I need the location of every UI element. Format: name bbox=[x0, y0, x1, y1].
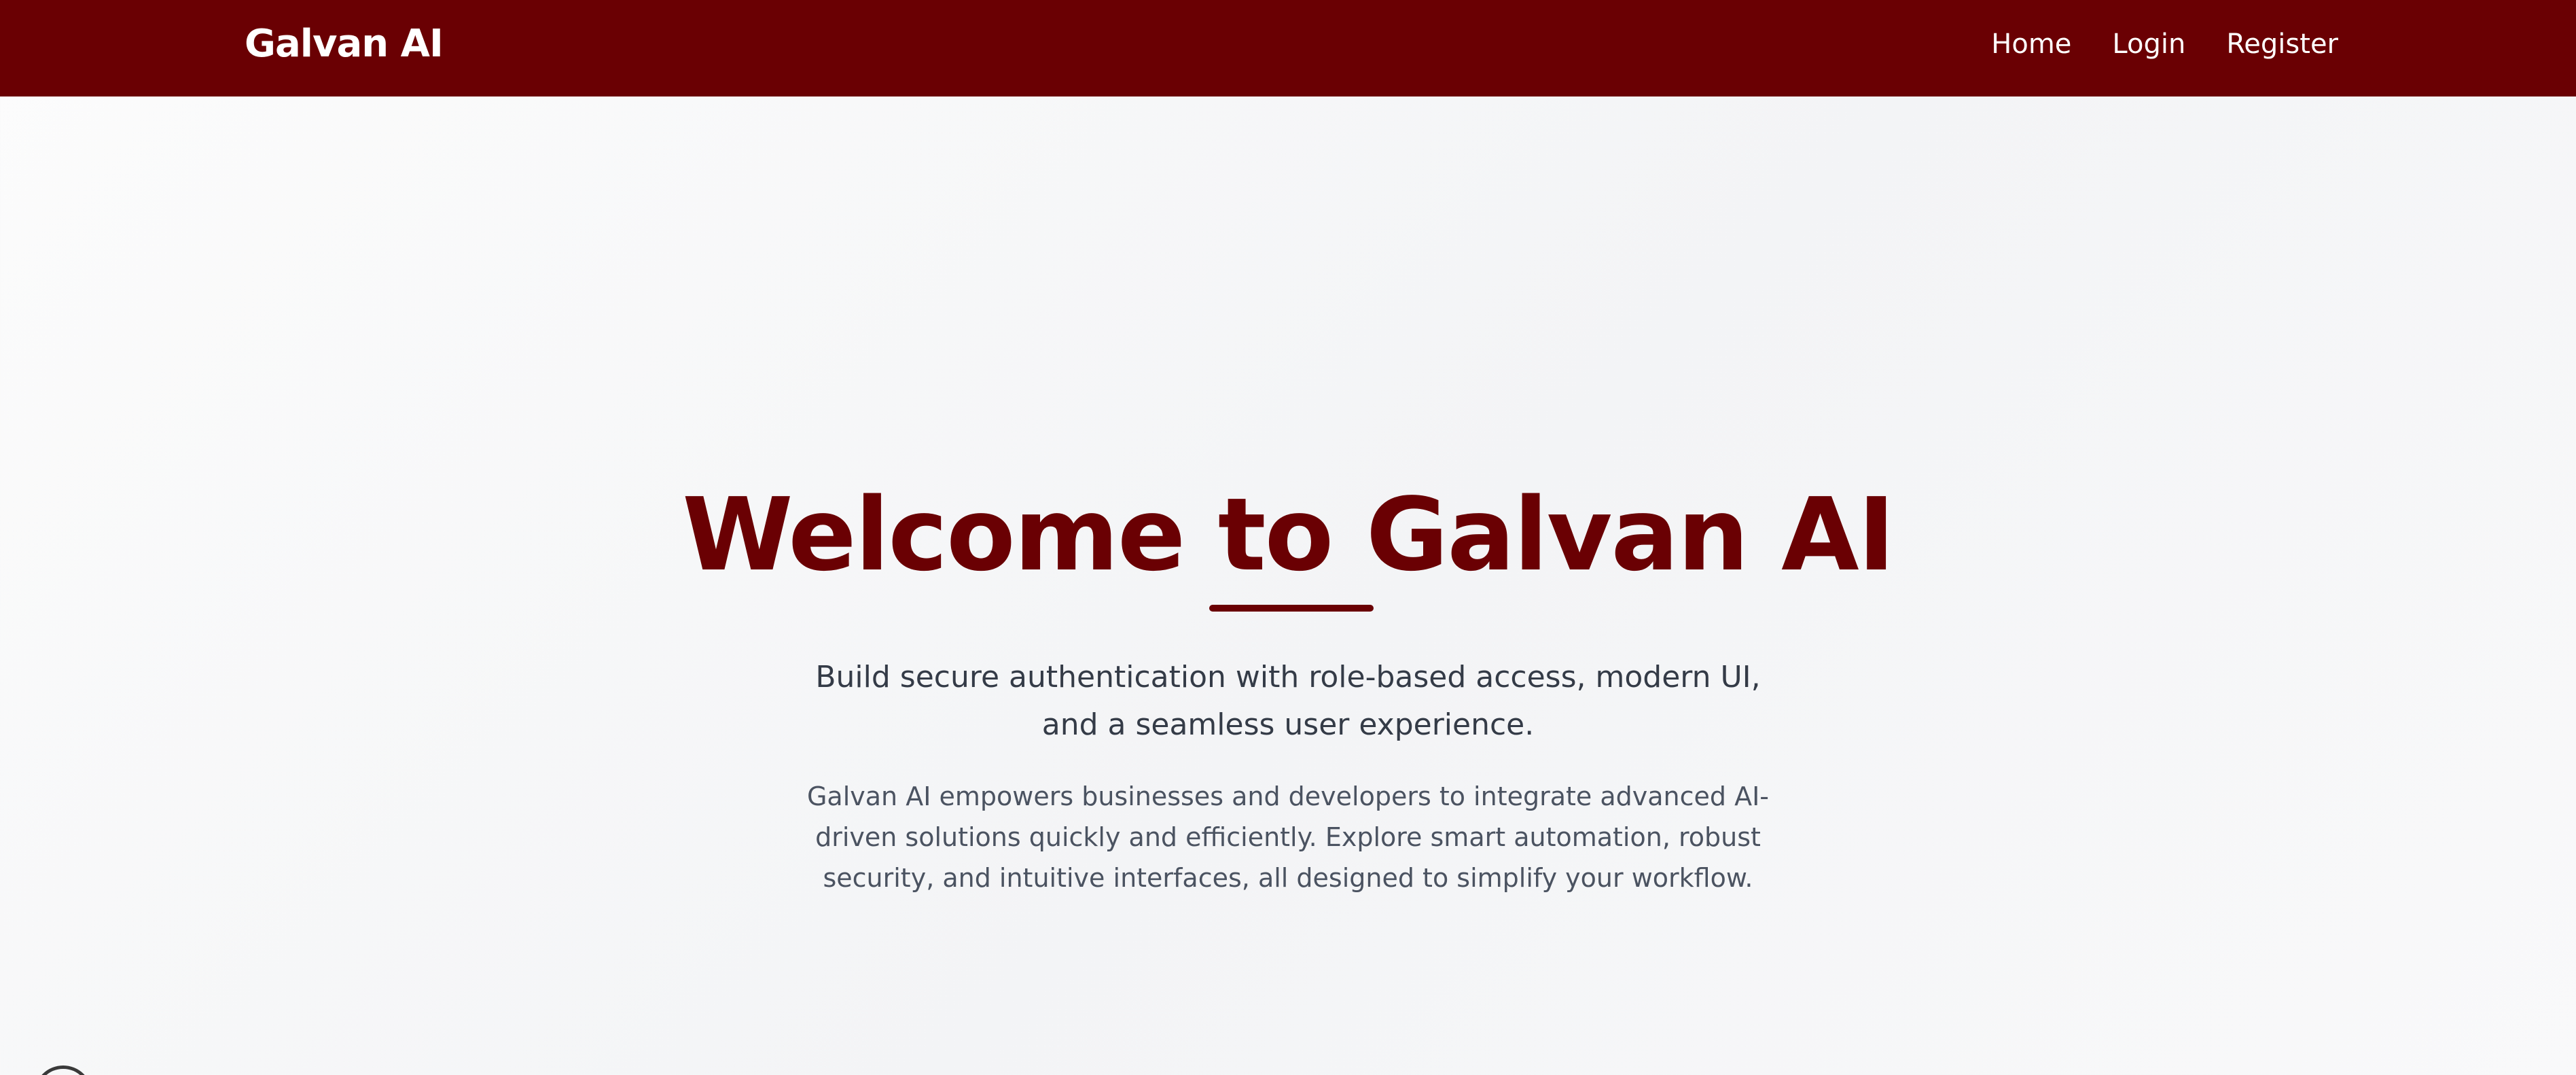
brand-logo-text[interactable]: Galvan AI bbox=[245, 20, 444, 68]
top-navbar: Galvan AI Home Login Register bbox=[0, 0, 2576, 96]
nav-login-link[interactable]: Login bbox=[2112, 20, 2185, 68]
title-underline-divider bbox=[1209, 605, 1374, 612]
hero-section: Welcome to Galvan AI Build secure authen… bbox=[0, 96, 2576, 1075]
hero-title: Welcome to Galvan AI bbox=[682, 476, 1895, 593]
nav-home-link[interactable]: Home bbox=[1991, 20, 2071, 68]
nav-links: Home Login Register bbox=[1991, 20, 2338, 68]
nav-register-link[interactable]: Register bbox=[2226, 20, 2338, 68]
hero-description: Galvan AI empowers businesses and develo… bbox=[806, 781, 1770, 893]
hero-subtitle: Build secure authentication with role-ba… bbox=[815, 660, 1761, 742]
